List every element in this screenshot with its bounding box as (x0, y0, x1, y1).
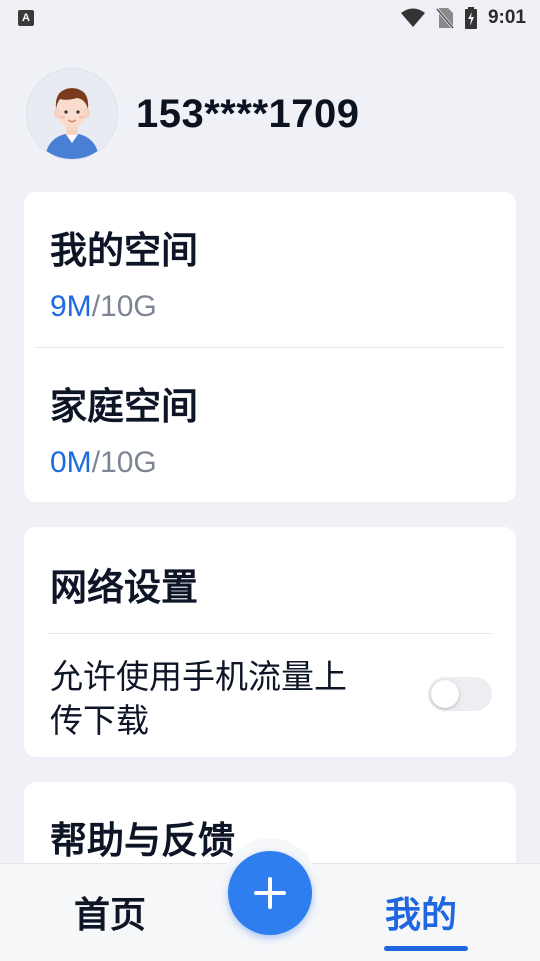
mobile-data-toggle[interactable] (428, 677, 492, 711)
profile-header[interactable]: 153****1709 (26, 68, 360, 160)
mobile-data-label-line2: 传下载 (50, 701, 149, 740)
mobile-data-label: 允许使用手机流量上 传下载 (50, 655, 347, 743)
toggle-knob (431, 680, 459, 708)
mobile-data-label-line1: 允许使用手机流量上 (50, 657, 347, 696)
notification-icon: A (18, 10, 34, 26)
no-sim-icon (435, 8, 454, 29)
status-icons: 9:01 (400, 6, 526, 30)
status-bar: A 9:01 (0, 0, 540, 36)
family-space-title: 家庭空间 (50, 385, 198, 428)
user-phone-number: 153****1709 (136, 91, 360, 136)
network-settings-title: 网络设置 (50, 566, 198, 609)
tab-home[interactable]: 首页 (74, 886, 146, 938)
battery-charging-icon (464, 7, 477, 29)
family-space-usage: 0M/10G (50, 446, 157, 480)
tab-mine[interactable]: 我的 (385, 886, 457, 938)
storage-card: 我的空间 9M/10G 家庭空间 0M/10G (24, 192, 516, 502)
user-avatar-icon[interactable] (26, 68, 118, 160)
family-space-total: /10G (91, 446, 157, 479)
active-tab-indicator (384, 946, 468, 951)
my-space-used: 9M (50, 290, 92, 323)
my-space-title: 我的空间 (50, 229, 198, 272)
my-space-total: /10G (91, 290, 157, 323)
add-button[interactable] (228, 851, 312, 935)
my-space-usage: 9M/10G (50, 290, 157, 324)
storage-divider (36, 347, 504, 348)
network-divider (48, 633, 492, 634)
clock: 9:01 (487, 7, 526, 28)
wifi-icon (400, 8, 425, 27)
family-space-used: 0M (50, 446, 92, 479)
help-feedback-title: 帮助与反馈 (50, 819, 235, 862)
network-settings-card: 网络设置 允许使用手机流量上 传下载 (24, 527, 516, 757)
